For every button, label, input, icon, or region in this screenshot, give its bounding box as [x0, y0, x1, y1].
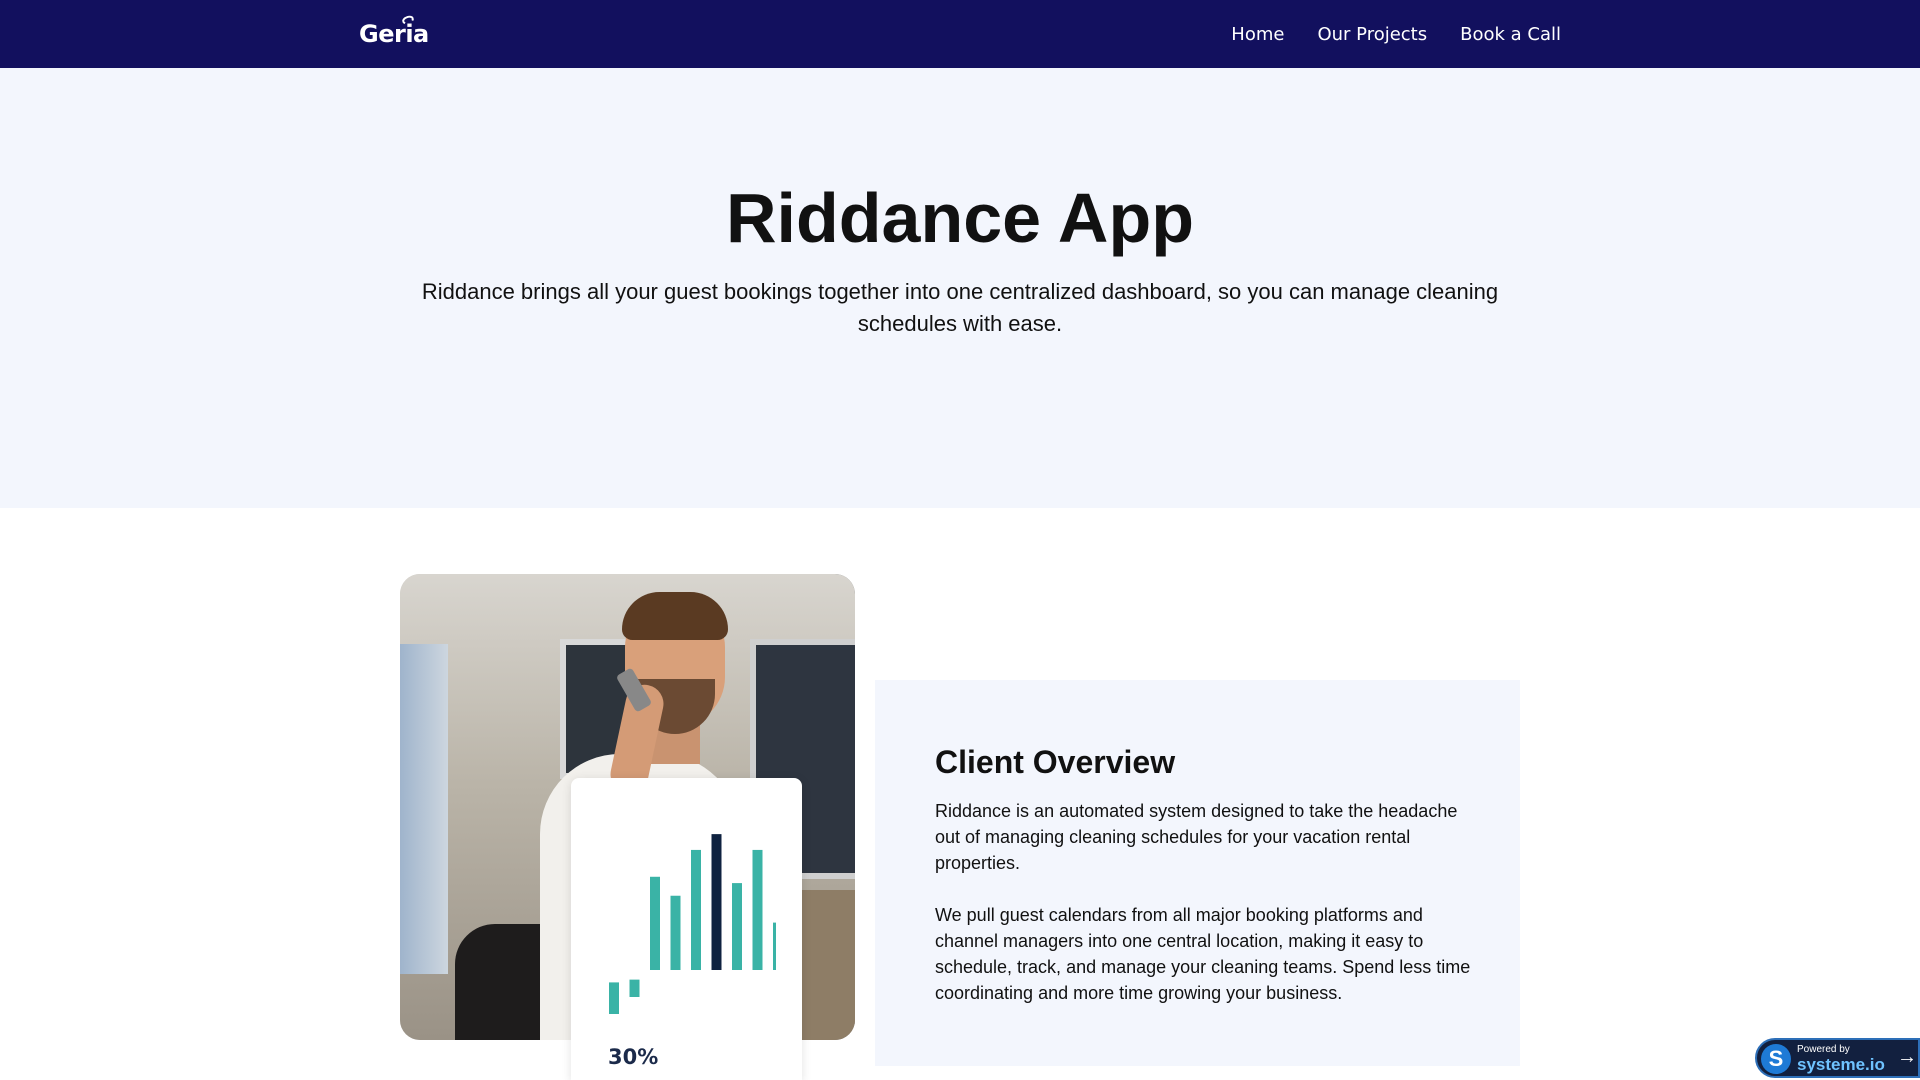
arrow-right-icon: →: [1897, 1046, 1917, 1068]
logo[interactable]: Geria: [359, 14, 429, 48]
graphic-bar: [752, 849, 763, 970]
nav-link-our-projects[interactable]: Our Projects: [1317, 24, 1427, 45]
graphic-bar: [711, 834, 722, 970]
page-title: Riddance App: [726, 179, 1194, 257]
logo-text: Geria: [359, 20, 429, 48]
powered-by-brand: systeme.io: [1797, 1055, 1885, 1074]
graphic-bar: [609, 982, 619, 1014]
graphic-bar: [629, 979, 640, 997]
graphic-bar: [691, 849, 701, 970]
client-overview-panel: Client Overview Riddance is an automated…: [875, 680, 1520, 1066]
bar-graphic: [609, 834, 776, 1014]
powered-by-label: Powered by: [1797, 1044, 1850, 1055]
overview-paragraph: Riddance is an automated system designed…: [935, 801, 1458, 873]
systeme-logo-icon: S: [1761, 1044, 1791, 1074]
overview-paragraph: We pull guest calendars from all major b…: [935, 905, 1471, 1003]
stat-card: 30%: [571, 778, 802, 1080]
powered-by-badge[interactable]: S Powered by systeme.io →: [1755, 1038, 1920, 1078]
top-navbar: Geria Home Our Projects Book a Call: [0, 0, 1920, 68]
hero-subtitle: Riddance brings all your guest bookings …: [421, 279, 1499, 336]
photo-door: [400, 644, 448, 974]
graphic-bar: [650, 876, 660, 970]
graphic-bar: [773, 922, 776, 970]
graphic-bar: [670, 895, 681, 970]
overview-title: Client Overview: [935, 744, 1176, 780]
photo-person-hair: [622, 592, 728, 640]
nav-link-home[interactable]: Home: [1231, 24, 1284, 45]
hero-section: Riddance App Riddance brings all your gu…: [0, 68, 1920, 508]
nav-link-book-a-call[interactable]: Book a Call: [1460, 24, 1561, 45]
stat-value: 30%: [608, 1045, 659, 1069]
graphic-bar: [732, 883, 742, 970]
nav-links: Home Our Projects Book a Call: [1231, 24, 1561, 45]
